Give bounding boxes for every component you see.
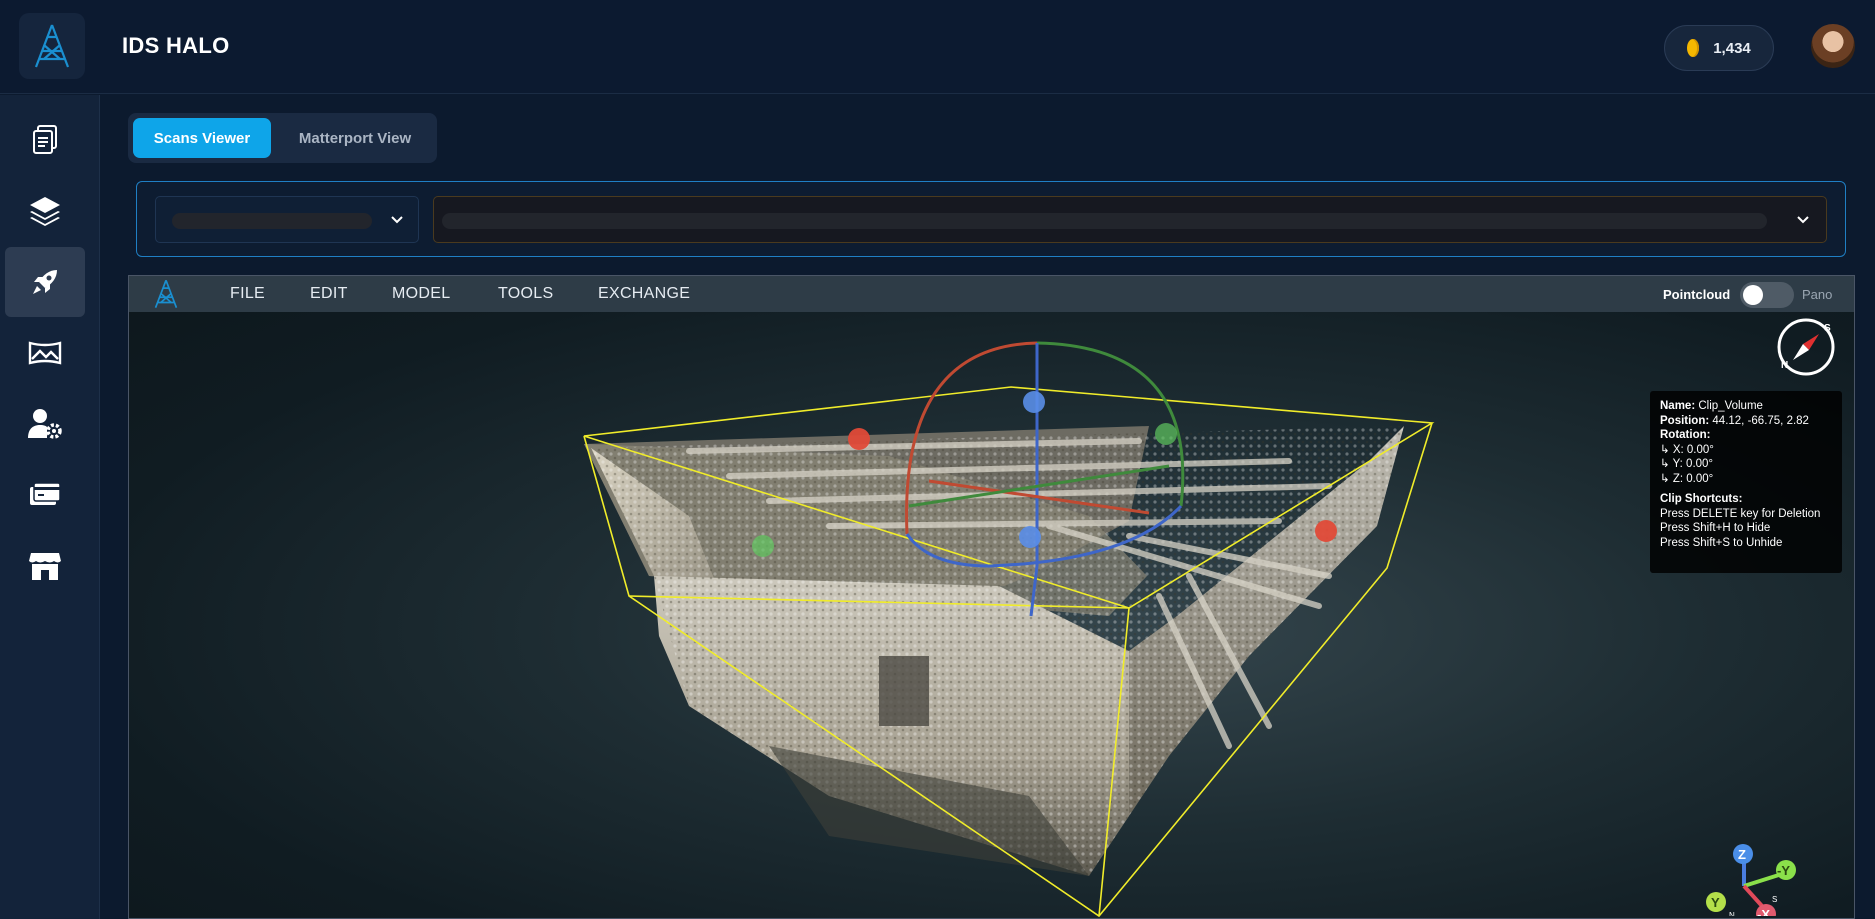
tab-scans-viewer[interactable]: Scans Viewer xyxy=(133,118,271,158)
tower-logo-icon[interactable] xyxy=(151,279,181,309)
view-tabs: Scans Viewer Matterport View xyxy=(128,113,437,163)
menu-exchange[interactable]: EXCHANGE xyxy=(598,285,690,303)
axis-s-label: S xyxy=(1772,895,1777,904)
tab-matterport-view[interactable]: Matterport View xyxy=(278,118,432,158)
sidebar-item-store[interactable] xyxy=(5,531,85,601)
tower-logo-icon xyxy=(34,24,70,68)
coin-count: 1,434 xyxy=(1713,39,1751,57)
axis-neg-y-label: -Y xyxy=(1777,863,1790,878)
user-avatar[interactable] xyxy=(1811,24,1855,68)
main-content: Scans Viewer Matterport View FILE EDIT M… xyxy=(100,95,1875,919)
info-shortcut-unhide: Press Shift+S to Unhide xyxy=(1660,536,1783,549)
info-rotation-label: Rotation: xyxy=(1660,429,1711,441)
compass-letter-n: N xyxy=(1781,360,1788,371)
sidebar-item-launch[interactable] xyxy=(5,247,85,317)
info-shortcuts-label: Clip Shortcuts: xyxy=(1660,493,1743,505)
coin-balance[interactable]: 1,434 xyxy=(1664,25,1774,71)
info-name-value: Clip_Volume xyxy=(1698,400,1763,412)
user-settings-icon xyxy=(28,409,62,439)
pointcloud-pano-toggle[interactable] xyxy=(1740,282,1794,308)
scan-select[interactable] xyxy=(433,196,1827,243)
clip-info-panel: Name: Clip_Volume Position: 44.12, -66.7… xyxy=(1650,391,1842,573)
sidebar-item-panorama[interactable] xyxy=(5,318,85,388)
redacted-value xyxy=(442,213,1767,229)
info-name-label: Name: xyxy=(1660,400,1696,412)
top-bar: IDS HALO 1,434 xyxy=(0,0,1875,94)
rocket-icon xyxy=(33,270,57,294)
scan-selector-panel xyxy=(136,181,1846,257)
sidebar-item-documents[interactable] xyxy=(5,105,85,175)
documents-icon xyxy=(33,125,57,154)
compass-icon[interactable]: S N xyxy=(1775,316,1837,378)
viewer-menu-bar: FILE EDIT MODEL TOOLS EXCHANGE Pointclou… xyxy=(129,276,1854,312)
axis-z-label: Z xyxy=(1738,847,1746,862)
sidebar-item-billing[interactable] xyxy=(5,460,85,530)
toggle-knob xyxy=(1743,285,1763,305)
site-select[interactable] xyxy=(155,196,419,243)
axis-neg-x-label: -X xyxy=(1757,907,1770,916)
app-title: IDS HALO xyxy=(122,33,230,58)
info-rot-z: ↳ Z: 0.00° xyxy=(1660,472,1714,485)
sidebar-item-user-settings[interactable] xyxy=(5,389,85,459)
layers-icon xyxy=(30,197,60,226)
menu-model[interactable]: MODEL xyxy=(392,285,450,303)
app-logo[interactable] xyxy=(19,13,85,79)
sidebar xyxy=(0,95,100,919)
sidebar-item-layers[interactable] xyxy=(5,176,85,246)
pano-label: Pano xyxy=(1802,287,1833,302)
axis-y-label: Y xyxy=(1711,895,1720,910)
redacted-value xyxy=(172,213,372,229)
pointcloud-scene[interactable] xyxy=(129,276,1855,919)
panorama-icon xyxy=(28,341,62,365)
menu-tools[interactable]: TOOLS xyxy=(498,285,553,303)
info-shortcut-hide: Press Shift+H to Hide xyxy=(1660,522,1771,534)
pointcloud-label: Pointcloud xyxy=(1663,287,1731,302)
info-shortcut-delete: Press DELETE key for Deletion xyxy=(1660,507,1821,520)
info-position-label: Position: xyxy=(1660,414,1710,427)
menu-file[interactable]: FILE xyxy=(230,285,265,303)
axes-gizmo[interactable]: Z -Y Y -X N S xyxy=(1684,806,1804,916)
axis-n-label: N xyxy=(1729,911,1735,916)
info-rot-y: ↳ Y: 0.00° xyxy=(1660,458,1714,470)
chevron-down-icon xyxy=(1797,216,1809,224)
chevron-down-icon xyxy=(391,216,403,224)
pointcloud-viewer[interactable]: FILE EDIT MODEL TOOLS EXCHANGE Pointclou… xyxy=(128,275,1855,919)
coin-icon xyxy=(1687,39,1700,57)
credit-card-icon xyxy=(30,482,61,505)
info-rot-x: ↳ X: 0.00° xyxy=(1660,443,1714,456)
compass-letter-s: S xyxy=(1824,323,1831,334)
info-position-value: 44.12, -66.75, 2.82 xyxy=(1712,414,1809,427)
menu-edit[interactable]: EDIT xyxy=(310,285,348,303)
store-icon xyxy=(29,553,61,580)
